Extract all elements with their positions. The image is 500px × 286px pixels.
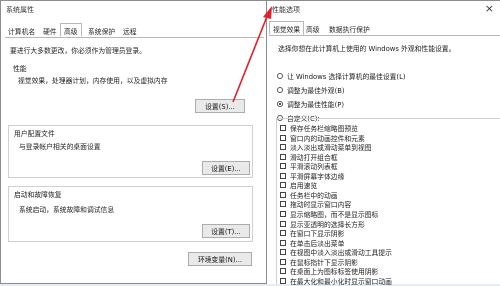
arrow-shaft (232, 13, 269, 103)
arrow-head (263, 6, 272, 19)
annotation-arrow (232, 6, 272, 103)
